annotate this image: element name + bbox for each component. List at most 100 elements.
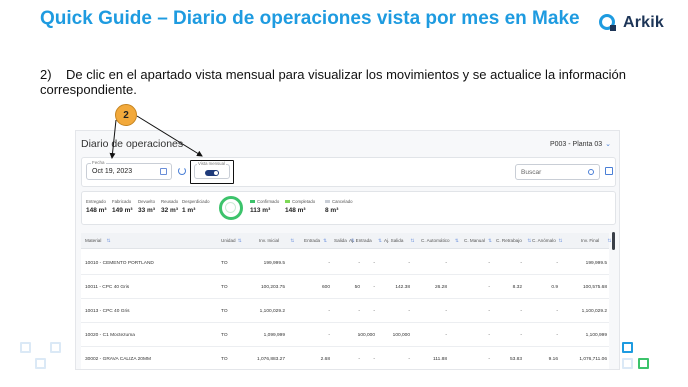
sort-icon[interactable]: ⇅ bbox=[238, 238, 242, 244]
stat-reused: Reusado 32 m³ bbox=[161, 199, 178, 214]
cell-rework-cons: 53.83 bbox=[509, 357, 522, 362]
cell-adj-entry: - bbox=[373, 261, 375, 266]
cell-initial-inv: 199,999.5 bbox=[263, 261, 285, 266]
cell-manual-cons: - bbox=[488, 333, 490, 338]
refresh-icon[interactable] bbox=[178, 167, 186, 175]
stat-label: Cancelado bbox=[325, 199, 353, 204]
plant-selector-label: P003 - Planta 03 bbox=[549, 140, 603, 148]
col-header-adj-exit[interactable]: Aj. Salida bbox=[384, 238, 403, 243]
stat-value: 33 m³ bbox=[138, 207, 155, 214]
stat-value: 1 m³ bbox=[182, 207, 196, 214]
col-header-exit[interactable]: Salida bbox=[334, 238, 347, 243]
stat-label: Confirmado bbox=[250, 199, 279, 204]
cell-manual-cons: - bbox=[488, 357, 490, 362]
cell-final-inv: 1,100,999 bbox=[585, 333, 607, 338]
table-header: Material ⇅ Unidad ⇅ Inv. Inicial ⇅ Entrada ⇅ Sal… bbox=[81, 233, 612, 249]
app-window: Diario de operaciones P003 - Planta 03 ⌄… bbox=[75, 130, 620, 370]
table-row[interactable]: 30002 - GRAVA CALIZA 20MM TO 1,076,883.27 2… bbox=[81, 349, 609, 369]
cell-auto-cons: 111.88 bbox=[433, 357, 447, 362]
stat-value: 32 m³ bbox=[161, 207, 178, 214]
plant-selector[interactable]: P003 - Planta 03 ⌄ bbox=[549, 140, 611, 149]
col-header-final-inv[interactable]: Inv. Final bbox=[581, 238, 599, 243]
logo-text: Arkik bbox=[623, 14, 665, 31]
cell-rework-cons: - bbox=[520, 261, 522, 266]
progress-ring-inner bbox=[225, 202, 236, 213]
monthly-view-highlight: Vista mensual bbox=[190, 160, 234, 184]
cell-unit: TO bbox=[221, 357, 228, 362]
search-input[interactable]: Buscar bbox=[515, 164, 600, 180]
stat-delivered: Entregado 148 m³ bbox=[86, 199, 107, 214]
cell-adj-exit: 142.38 bbox=[395, 285, 410, 290]
sort-icon[interactable]: ⇅ bbox=[559, 238, 563, 244]
step-badge: 2 bbox=[115, 104, 137, 126]
cell-adj-entry: - bbox=[373, 309, 375, 314]
cell-rework-cons: 8.32 bbox=[512, 285, 522, 290]
table-row[interactable]: 10020 - C1 Moctezuma TO 1,099,999 - - 100,000… bbox=[81, 325, 609, 347]
date-field[interactable]: Fecha Oct 19, 2023 bbox=[86, 160, 172, 180]
legend-dot bbox=[285, 200, 290, 204]
cell-material: 10010 - CEMENTO PORTLAND bbox=[85, 261, 154, 266]
decorative-squares-right bbox=[620, 340, 670, 382]
col-header-anomalous-cons[interactable]: C. Anómalo bbox=[532, 238, 556, 243]
col-header-manual-cons[interactable]: C. Manual bbox=[464, 238, 485, 243]
sort-icon[interactable]: ⇅ bbox=[290, 238, 294, 244]
cell-manual-cons: - bbox=[488, 309, 490, 314]
cell-anomalous-cons: 9.16 bbox=[548, 357, 558, 362]
stat-confirmed: Confirmado 113 m³ bbox=[250, 199, 279, 214]
sort-icon[interactable]: ⇅ bbox=[107, 238, 111, 244]
stat-label: Reusado bbox=[161, 199, 179, 204]
stat-label-text: Cancelado bbox=[332, 199, 353, 204]
table-row[interactable]: 10010 - CEMENTO PORTLAND TO 199,999.5 - - - - -… bbox=[81, 253, 609, 275]
monthly-view-toggle[interactable] bbox=[205, 170, 219, 176]
sort-icon[interactable]: ⇅ bbox=[378, 238, 382, 244]
stat-label-text: Confirmado bbox=[257, 199, 280, 204]
col-header-entry[interactable]: Entrada bbox=[304, 238, 320, 243]
cell-final-inv: 199,999.5 bbox=[585, 261, 607, 266]
stat-label: Desperdiciado bbox=[182, 199, 210, 204]
sort-icon[interactable]: ⇅ bbox=[488, 238, 492, 244]
cell-manual-cons: - bbox=[488, 285, 490, 290]
monthly-view-field: Vista mensual bbox=[194, 161, 230, 179]
table-row[interactable]: 10013 - CPC 40 Gris TO 1,100,029.2- - - - - - - -… bbox=[81, 301, 609, 323]
decor-square bbox=[20, 342, 31, 353]
cell-initial-inv: 1,076,883.27 bbox=[256, 357, 285, 362]
app-header: Diario de operaciones P003 - Planta 03 ⌄ bbox=[76, 131, 619, 157]
cell-initial-inv: 1,100,029.2 bbox=[259, 309, 285, 314]
cell-material: 30002 - GRAVA CALIZA 20MM bbox=[85, 357, 151, 362]
sort-icon[interactable]: ⇅ bbox=[455, 238, 459, 244]
calendar-icon[interactable] bbox=[160, 168, 167, 175]
decor-square bbox=[638, 358, 649, 369]
sort-icon[interactable]: ⇅ bbox=[411, 238, 415, 244]
cell-rework-cons: - bbox=[520, 333, 522, 338]
export-icon[interactable] bbox=[605, 167, 613, 175]
legend-dot bbox=[325, 200, 330, 204]
sort-icon[interactable]: ⇅ bbox=[608, 238, 612, 244]
col-header-rework-cons[interactable]: C. Retrabajo bbox=[496, 238, 522, 243]
table-row[interactable]: 10011 - CPC 40 Gris TO 100,203.75 600 50-142… bbox=[81, 277, 609, 299]
col-header-auto-cons[interactable]: C. Automático bbox=[421, 238, 450, 243]
cell-material: 10013 - CPC 40 Gris bbox=[85, 309, 130, 314]
toggle-knob bbox=[214, 171, 218, 175]
col-header-initial-inv[interactable]: Inv. Inicial bbox=[259, 238, 279, 243]
cell-auto-cons: - bbox=[445, 309, 447, 314]
instruction-body: De clic en el apartado vista mensual par… bbox=[40, 67, 626, 97]
col-header-unit[interactable]: Unidad bbox=[221, 238, 236, 243]
sort-icon[interactable]: ⇅ bbox=[527, 238, 531, 244]
sort-icon[interactable]: ⇅ bbox=[323, 238, 327, 244]
table-scrollbar[interactable] bbox=[612, 232, 615, 250]
cell-auto-cons: - bbox=[445, 261, 447, 266]
col-header-material[interactable]: Material bbox=[85, 238, 101, 243]
cell-adj-exit: 100,000 bbox=[392, 333, 410, 338]
cell-adj-exit: - bbox=[408, 261, 410, 266]
instruction-text: 2) De clic en el apartado vista mensual p… bbox=[40, 67, 670, 97]
cell-final-inv: 1,076,711.06 bbox=[579, 357, 607, 362]
cell-adj-entry: - bbox=[373, 285, 375, 290]
cell-auto-cons: - bbox=[445, 333, 447, 338]
stat-label: Devuelto bbox=[138, 199, 155, 204]
date-field-value: Oct 19, 2023 bbox=[92, 168, 133, 175]
col-header-adj-entry[interactable]: Aj. Entrada bbox=[349, 238, 372, 243]
cell-unit: TO bbox=[221, 285, 228, 290]
cell-anomalous-cons: 0.9 bbox=[551, 285, 558, 290]
monthly-view-label: Vista mensual bbox=[197, 161, 226, 166]
stat-value: 8 m³ bbox=[325, 207, 339, 214]
